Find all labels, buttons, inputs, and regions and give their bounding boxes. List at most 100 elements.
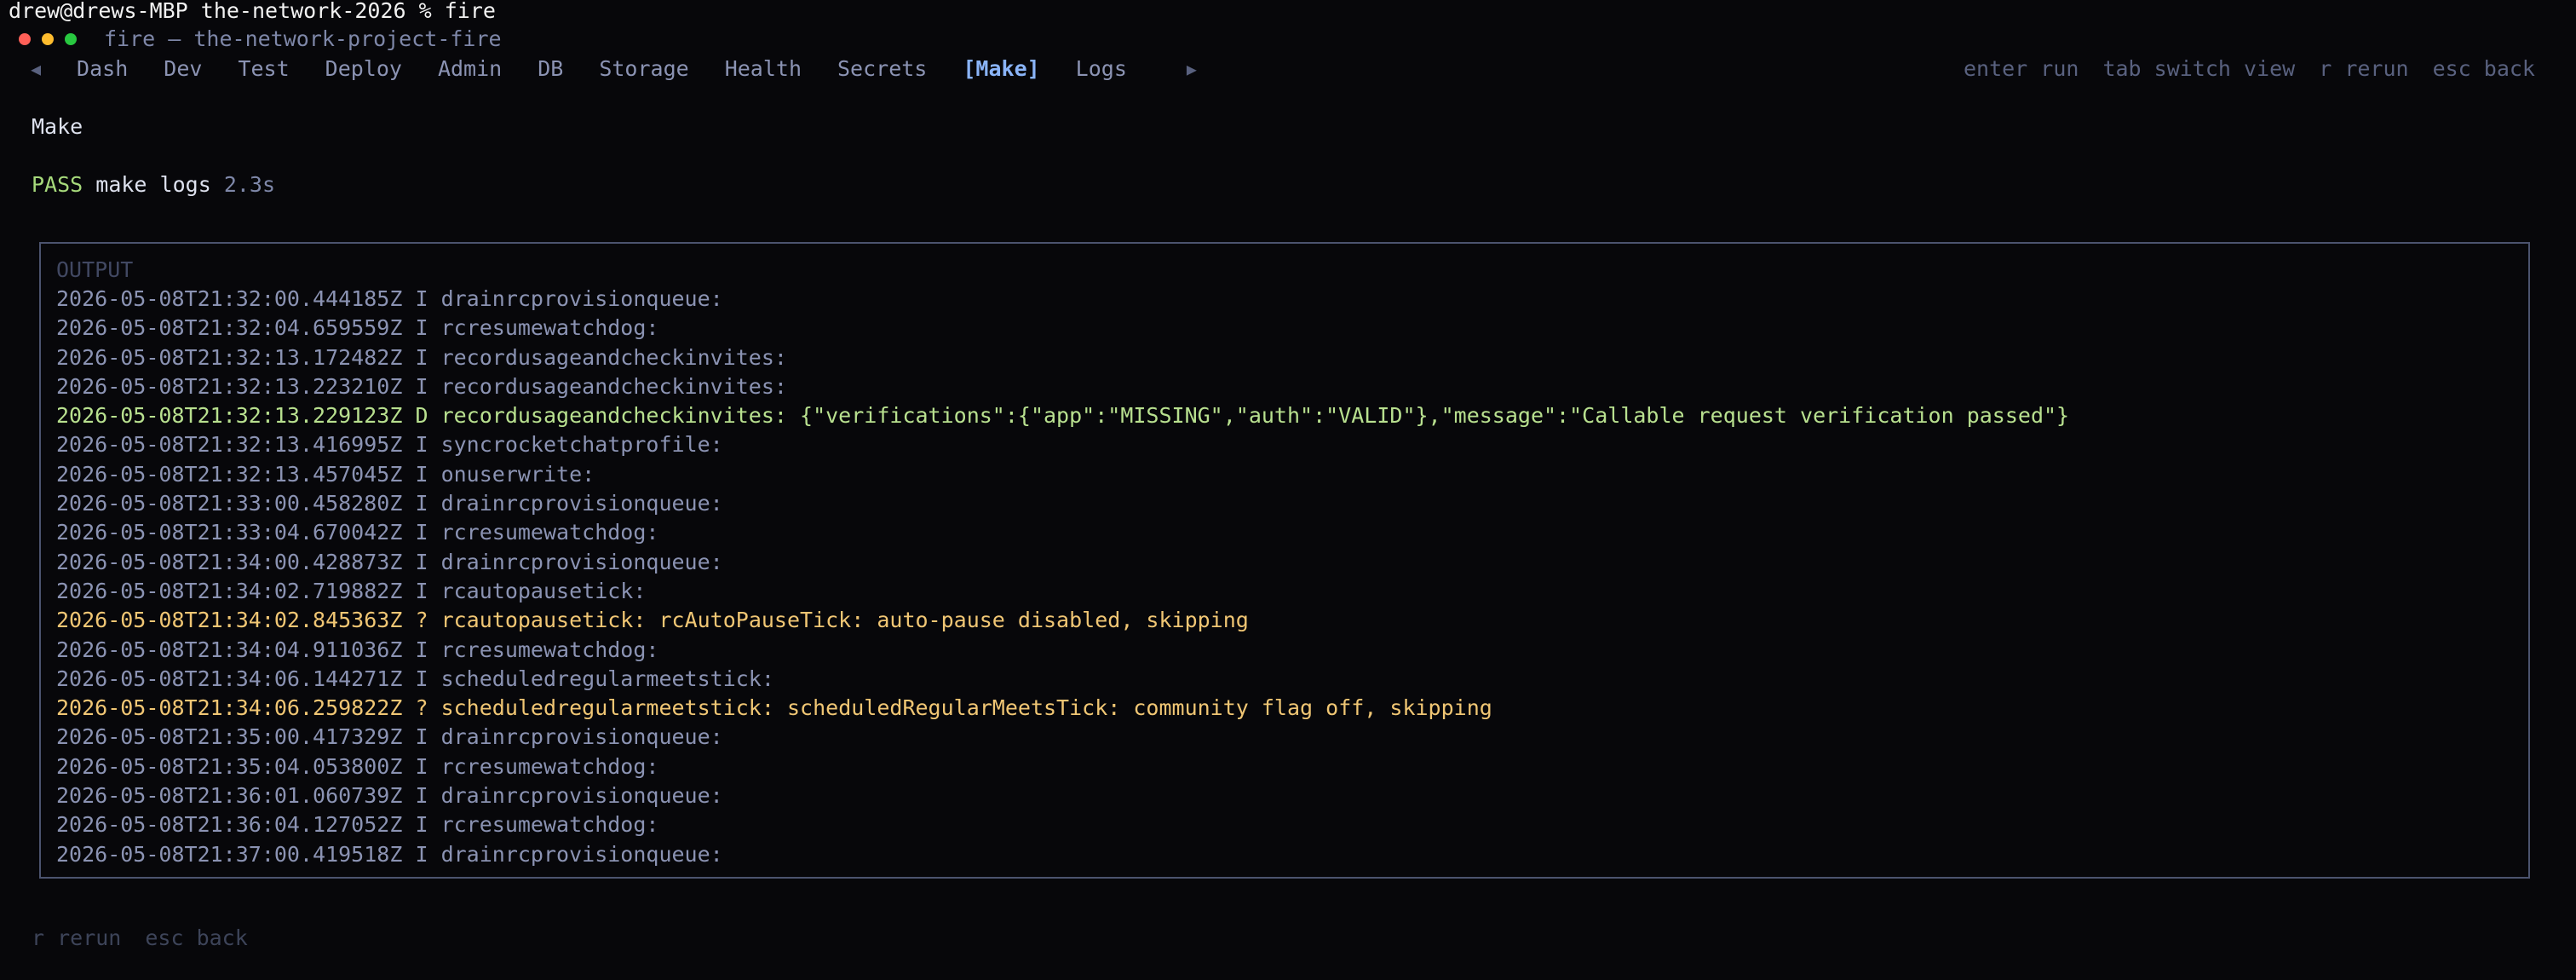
duration-text: 2.3s xyxy=(223,172,276,197)
log-timestamp: 2026-05-08T21:32:13.172482Z xyxy=(56,344,403,370)
log-message: rcAutoPauseTick: auto-pause disabled, sk… xyxy=(658,608,1249,633)
tab-secrets[interactable]: Secrets xyxy=(837,55,927,84)
log-level: I xyxy=(415,491,428,516)
log-timestamp: 2026-05-08T21:32:00.444185Z xyxy=(56,286,403,311)
log-level: D xyxy=(415,403,428,429)
tab-dev[interactable]: Dev xyxy=(164,55,202,84)
log-timestamp: 2026-05-08T21:34:06.259822Z xyxy=(56,695,403,721)
run-status-line: PASS make logs 2.3s xyxy=(32,170,275,199)
zoom-window-button[interactable] xyxy=(65,33,77,45)
log-level: I xyxy=(415,666,428,691)
log-timestamp: 2026-05-08T21:34:04.911036Z xyxy=(56,637,403,662)
log-line: 2026-05-08T21:32:04.659559Z I rcresumewa… xyxy=(56,314,2520,343)
log-line: 2026-05-08T21:33:00.458280Z I drainrcpro… xyxy=(56,489,2520,518)
log-level: I xyxy=(415,841,428,867)
log-timestamp: 2026-05-08T21:32:13.416995Z xyxy=(56,432,403,458)
log-level: I xyxy=(415,812,428,838)
output-panel[interactable]: OUTPUT 2026-05-08T21:32:00.444185Z I dra… xyxy=(39,242,2530,879)
footer-hint-esc-back: esc back xyxy=(145,925,248,950)
log-line: 2026-05-08T21:32:13.416995Z I syncrocket… xyxy=(56,430,2520,459)
log-function: rcresumewatchdog: xyxy=(440,637,659,662)
log-function: recordusageandcheckinvites: xyxy=(440,403,787,429)
hint-rerun: r rerun xyxy=(2319,56,2409,81)
status-badge: PASS xyxy=(32,172,83,197)
hint-enter-run: enter run xyxy=(1963,56,2079,81)
log-line: 2026-05-08T21:34:00.428873Z I drainrcpro… xyxy=(56,548,2520,577)
tab-db[interactable]: DB xyxy=(538,55,563,84)
log-timestamp: 2026-05-08T21:34:02.719882Z xyxy=(56,578,403,603)
log-level: ? xyxy=(415,695,428,721)
shell-prompt-line: drew@drews-MBP the-network-2026 % fire xyxy=(9,0,496,23)
tab-make[interactable]: [Make] xyxy=(963,55,1039,84)
log-line: 2026-05-08T21:33:04.670042Z I rcresumewa… xyxy=(56,518,2520,547)
log-timestamp: 2026-05-08T21:34:00.428873Z xyxy=(56,549,403,574)
log-level: I xyxy=(415,373,428,399)
hint-esc-back: esc back xyxy=(2432,56,2535,81)
log-function: rcresumewatchdog: xyxy=(440,753,659,779)
log-function: syncrocketchatprofile: xyxy=(440,432,723,458)
log-function: recordusageandcheckinvites: xyxy=(440,373,787,399)
log-line: 2026-05-08T21:34:02.719882Z I rcautopaus… xyxy=(56,577,2520,606)
tab-dash[interactable]: Dash xyxy=(77,55,128,84)
log-line: 2026-05-08T21:35:00.417329Z I drainrcpro… xyxy=(56,723,2520,752)
log-timestamp: 2026-05-08T21:34:02.845363Z xyxy=(56,608,403,633)
tab-next-arrow-icon[interactable]: ▶ xyxy=(1187,55,1197,84)
log-function: rcautopausetick: xyxy=(440,578,647,603)
log-level: I xyxy=(415,344,428,370)
log-message: {"verifications":{"app":"MISSING","auth"… xyxy=(800,403,2070,429)
log-function: drainrcprovisionqueue: xyxy=(440,286,723,311)
log-function: rcautopausetick: xyxy=(440,608,647,633)
log-level: I xyxy=(415,520,428,545)
tab-test[interactable]: Test xyxy=(238,55,289,84)
log-line: 2026-05-08T21:35:04.053800Z I rcresumewa… xyxy=(56,752,2520,781)
log-list: 2026-05-08T21:32:00.444185Z I drainrcpro… xyxy=(56,285,2520,869)
log-line: 2026-05-08T21:32:13.229123Z D recordusag… xyxy=(56,401,2520,430)
window-title: fire — the-network-project-fire xyxy=(104,26,502,51)
close-window-button[interactable] xyxy=(19,33,31,45)
log-function: rcresumewatchdog: xyxy=(440,315,659,341)
log-level: I xyxy=(415,578,428,603)
section-title: Make xyxy=(32,114,83,139)
tab-prev-arrow-icon[interactable]: ◀ xyxy=(31,55,41,84)
tab-admin[interactable]: Admin xyxy=(438,55,502,84)
log-level: I xyxy=(415,724,428,750)
log-timestamp: 2026-05-08T21:36:04.127052Z xyxy=(56,812,403,838)
log-function: drainrcprovisionqueue: xyxy=(440,724,723,750)
log-line: 2026-05-08T21:34:02.845363Z ? rcautopaus… xyxy=(56,606,2520,635)
log-function: drainrcprovisionqueue: xyxy=(440,841,723,867)
log-function: scheduledregularmeetstick: xyxy=(440,666,774,691)
log-function: recordusageandcheckinvites: xyxy=(440,344,787,370)
log-timestamp: 2026-05-08T21:36:01.060739Z xyxy=(56,783,403,809)
log-line: 2026-05-08T21:32:13.172482Z I recordusag… xyxy=(56,343,2520,372)
log-line: 2026-05-08T21:34:04.911036Z I rcresumewa… xyxy=(56,636,2520,665)
log-timestamp: 2026-05-08T21:35:04.053800Z xyxy=(56,753,403,779)
log-level: I xyxy=(415,286,428,311)
log-timestamp: 2026-05-08T21:32:13.229123Z xyxy=(56,403,403,429)
log-timestamp: 2026-05-08T21:37:00.419518Z xyxy=(56,841,403,867)
log-timestamp: 2026-05-08T21:33:00.458280Z xyxy=(56,491,403,516)
log-function: onuserwrite: xyxy=(440,461,595,487)
log-level: I xyxy=(415,432,428,458)
log-timestamp: 2026-05-08T21:32:04.659559Z xyxy=(56,315,403,341)
footer-hints: r rerun esc back xyxy=(32,924,272,953)
log-line: 2026-05-08T21:32:13.457045Z I onuserwrit… xyxy=(56,460,2520,489)
log-function: drainrcprovisionqueue: xyxy=(440,491,723,516)
minimize-window-button[interactable] xyxy=(42,33,54,45)
log-function: rcresumewatchdog: xyxy=(440,812,659,838)
tab-logs[interactable]: Logs xyxy=(1076,55,1127,84)
command-text: make logs xyxy=(95,172,211,197)
hint-tab-switch-view: tab switch view xyxy=(2102,56,2296,81)
log-function: drainrcprovisionqueue: xyxy=(440,549,723,574)
log-timestamp: 2026-05-08T21:32:13.457045Z xyxy=(56,461,403,487)
log-level: I xyxy=(415,783,428,809)
log-timestamp: 2026-05-08T21:35:00.417329Z xyxy=(56,724,403,750)
log-level: I xyxy=(415,549,428,574)
log-level: ? xyxy=(415,608,428,633)
log-line: 2026-05-08T21:34:06.144271Z I scheduledr… xyxy=(56,665,2520,694)
log-function: rcresumewatchdog: xyxy=(440,520,659,545)
log-function: drainrcprovisionqueue: xyxy=(440,783,723,809)
tab-deploy[interactable]: Deploy xyxy=(325,55,402,84)
tab-storage[interactable]: Storage xyxy=(599,55,688,84)
log-level: I xyxy=(415,315,428,341)
tab-health[interactable]: Health xyxy=(725,55,802,84)
